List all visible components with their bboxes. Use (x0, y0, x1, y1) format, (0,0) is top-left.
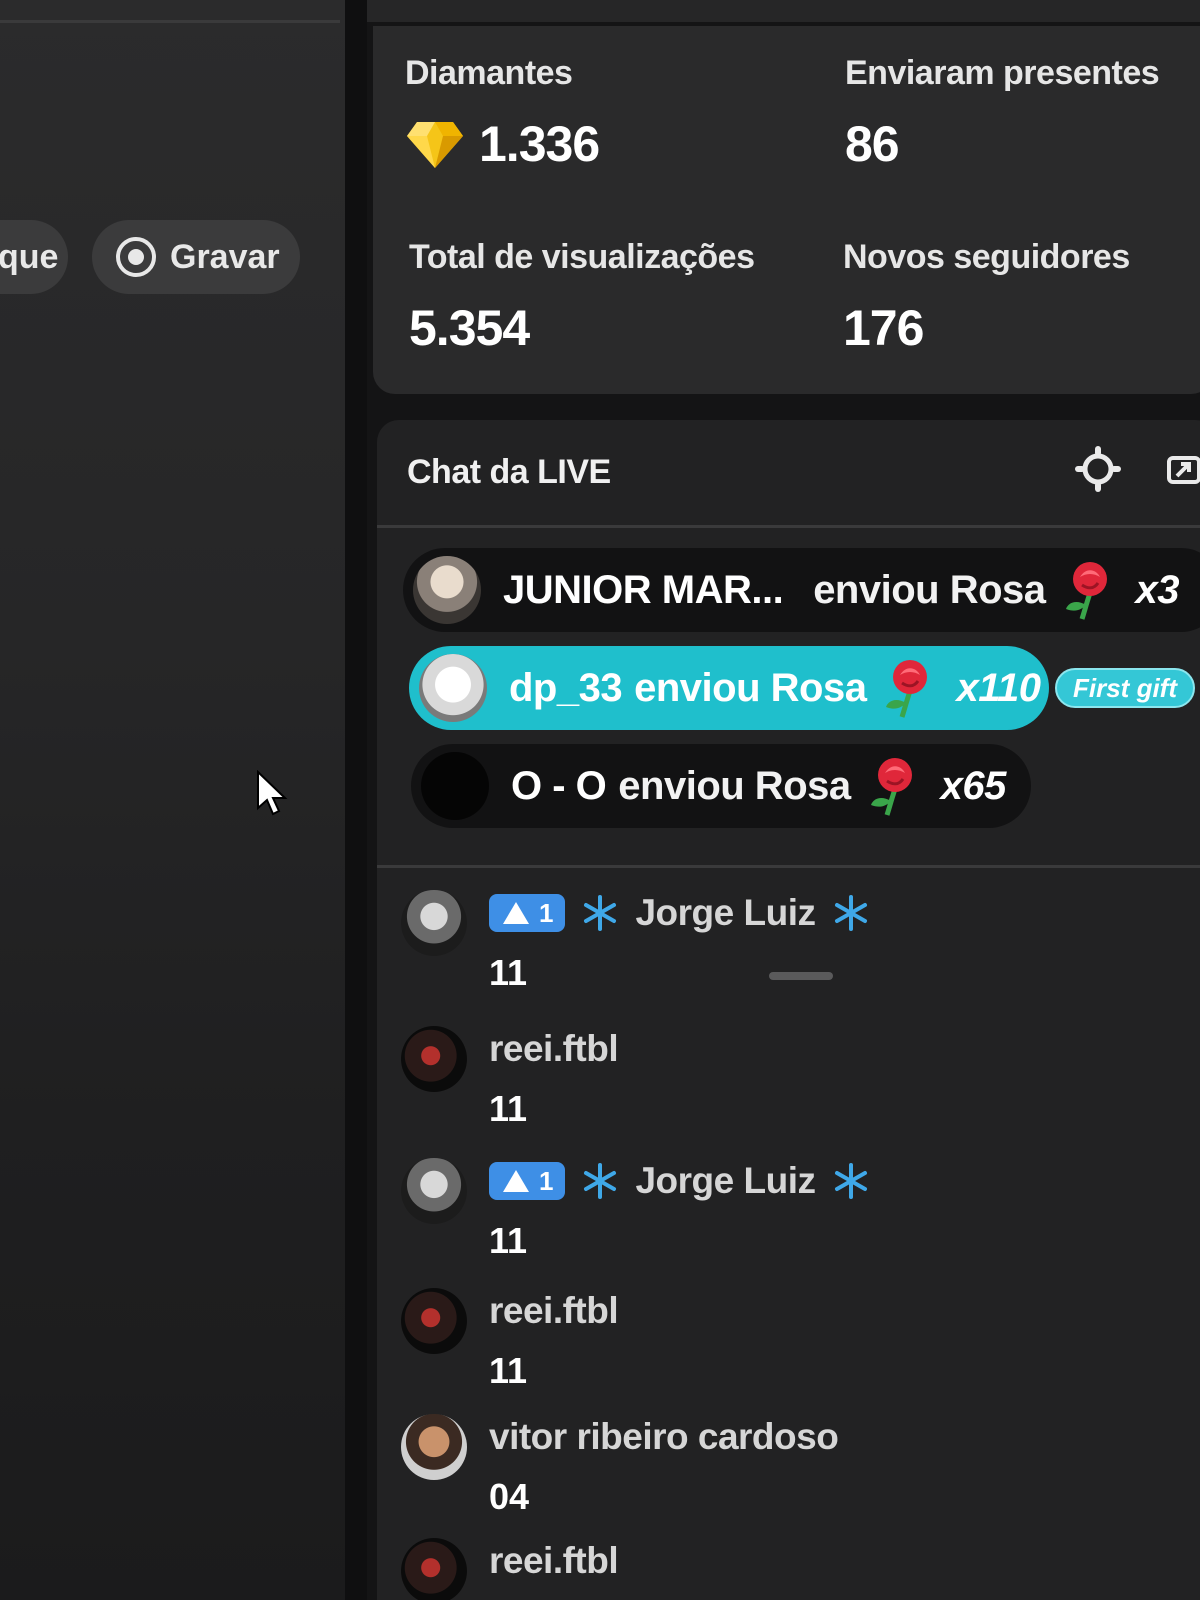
message-text: 11 (489, 1220, 528, 1261)
message-user[interactable]: reei.ftbl (489, 1290, 619, 1332)
chat-title: Chat da LIVE (407, 453, 611, 491)
level-number: 1 (539, 897, 554, 928)
stat-total-views: Total de visualizações 5.354 (409, 238, 755, 357)
message-user[interactable]: vitor ribeiro cardoso (489, 1416, 839, 1458)
record-button-label: Gravar (170, 237, 280, 276)
gift-multiplier: x110 (956, 665, 1041, 710)
resize-handle[interactable] (769, 972, 833, 980)
left-panel-divider (0, 20, 340, 23)
rose-icon (886, 660, 928, 718)
gift-user[interactable]: dp_33 (509, 666, 623, 711)
stat-label: Enviaram presentes (845, 54, 1160, 92)
message-user[interactable]: Jorge Luiz (635, 892, 816, 934)
avatar[interactable] (401, 1158, 467, 1224)
avatar[interactable] (401, 890, 467, 956)
stats-card: Diamantes 1.336 Enviaram presentes 86 To… (373, 26, 1200, 394)
message-header: reei.ftbl (489, 1028, 619, 1070)
gift-senders-value: 86 (845, 116, 900, 172)
diamond-icon (407, 122, 463, 168)
stat-diamonds: Diamantes 1.336 (405, 54, 600, 173)
stat-value: 1.336 (405, 115, 600, 173)
gift-user[interactable]: O - O (511, 764, 607, 809)
partial-button-label: que (0, 237, 59, 276)
message-text: 11 (489, 1350, 528, 1391)
snowflake-icon (834, 895, 867, 931)
partial-button[interactable]: que (0, 220, 68, 294)
gift-text: enviou Rosa (634, 665, 867, 710)
level-arrow-icon (503, 1170, 529, 1192)
gift-row: O - O enviou Rosa x65 (411, 744, 1031, 828)
avatar[interactable] (401, 1026, 467, 1092)
right-panel: Diamantes 1.336 Enviaram presentes 86 To… (367, 0, 1200, 1600)
stat-gift-senders: Enviaram presentes 86 (845, 54, 1160, 173)
snowflake-icon (834, 1163, 867, 1199)
snowflake-icon (584, 895, 617, 931)
mouse-cursor-icon (257, 770, 288, 816)
gift-row: JUNIOR MAR... enviou Rosa x3 (403, 548, 1200, 632)
gift-multiplier: x65 (940, 763, 1007, 808)
popout-icon[interactable] (1163, 450, 1200, 490)
message-user[interactable]: reei.ftbl (489, 1540, 619, 1582)
gift-multiplier: x3 (1135, 567, 1180, 612)
avatar[interactable] (401, 1538, 467, 1600)
message-user[interactable]: Jorge Luiz (635, 1160, 816, 1202)
message-header: reei.ftbl (489, 1540, 619, 1582)
stat-label: Total de visualizações (409, 238, 755, 276)
gift-text: enviou Rosa (813, 567, 1046, 612)
rose-icon (870, 758, 912, 816)
message-header: reei.ftbl (489, 1290, 619, 1332)
live-chat-panel: Chat da LIVE JUNIOR MAR... enviou Rosa x… (377, 420, 1200, 1600)
gift-row-highlighted: dp_33 enviou Rosa x110 (409, 646, 1049, 730)
panel-divider (345, 0, 367, 1600)
message-header: 1 Jorge Luiz (489, 892, 870, 934)
message-header: vitor ribeiro cardoso (489, 1416, 839, 1458)
diamonds-value: 1.336 (479, 116, 600, 172)
level-badge: 1 (489, 1162, 566, 1200)
level-number: 1 (539, 1165, 554, 1196)
left-panel: que Gravar (0, 0, 345, 1600)
gift-feed: JUNIOR MAR... enviou Rosa x3 dp_33 envio… (377, 528, 1200, 980)
stat-label: Novos seguidores (843, 238, 1130, 276)
chat-header: Chat da LIVE (377, 420, 1200, 528)
record-icon (116, 237, 156, 277)
avatar[interactable] (413, 556, 481, 624)
message-text: 11 (489, 952, 528, 993)
avatar[interactable] (421, 752, 489, 820)
top-strip (367, 0, 1200, 22)
level-arrow-icon (503, 902, 529, 924)
record-button[interactable]: Gravar (92, 220, 300, 294)
level-badge: 1 (489, 894, 566, 932)
gear-icon[interactable] (1075, 446, 1121, 492)
gift-text: enviou Rosa (618, 763, 851, 808)
avatar[interactable] (401, 1288, 467, 1354)
stat-label: Diamantes (405, 54, 573, 92)
snowflake-icon (584, 1163, 617, 1199)
total-views-value: 5.354 (409, 300, 530, 356)
first-gift-badge: First gift (1055, 668, 1195, 708)
avatar[interactable] (401, 1414, 467, 1480)
message-text: 04 (489, 1476, 530, 1517)
rose-icon (1065, 562, 1107, 620)
message-user[interactable]: reei.ftbl (489, 1028, 619, 1070)
new-followers-value: 176 (843, 300, 924, 356)
gift-user[interactable]: JUNIOR MAR... (503, 568, 784, 613)
avatar[interactable] (419, 654, 487, 722)
message-text: 11 (489, 1088, 528, 1129)
stat-new-followers: Novos seguidores 176 (843, 238, 1130, 357)
message-header: 1 Jorge Luiz (489, 1160, 870, 1202)
